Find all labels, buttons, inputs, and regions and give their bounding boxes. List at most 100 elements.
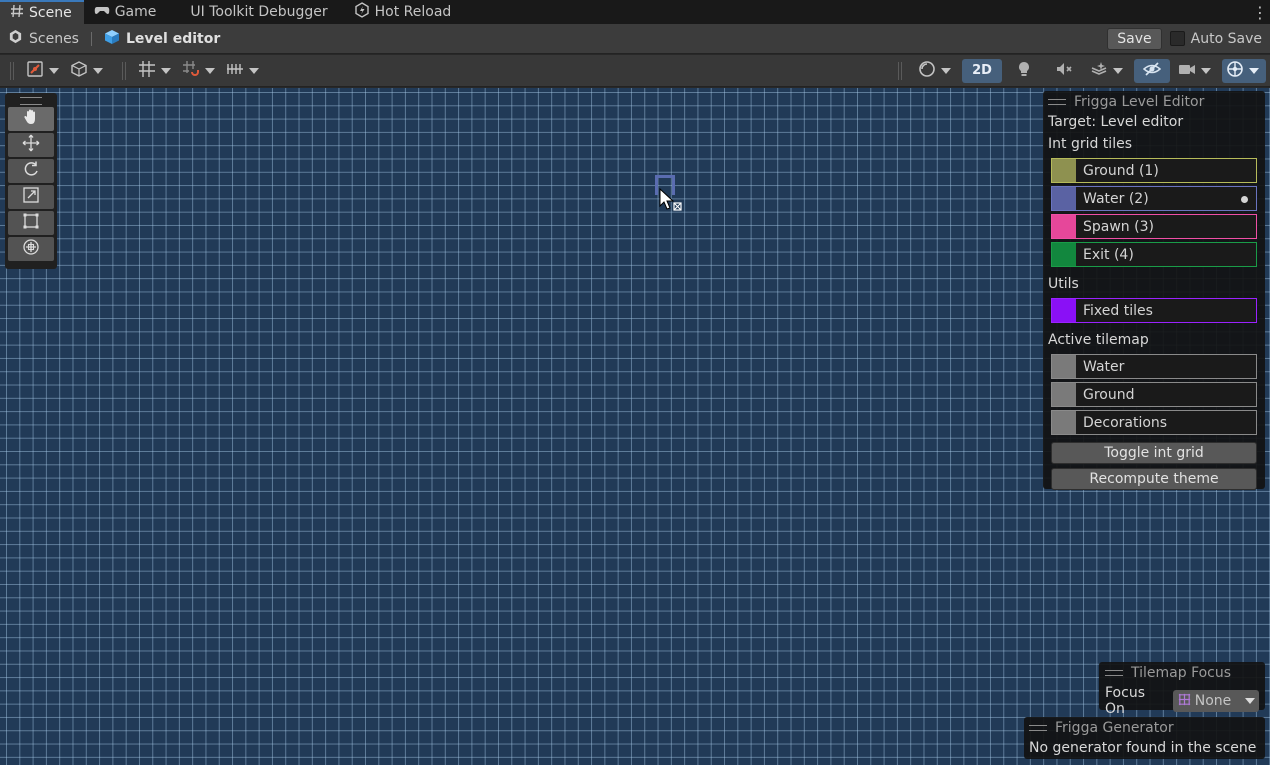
focus-on-label: Focus On (1105, 685, 1145, 717)
cursor-pointer-icon (659, 187, 683, 218)
breadcrumb-scenes[interactable]: Scenes (8, 29, 79, 48)
tilemap-focus-title: Tilemap Focus (1131, 665, 1232, 681)
toolbar-grip[interactable] (898, 61, 902, 80)
rect-tool-button[interactable] (8, 211, 54, 235)
tool-palette-grip[interactable] (20, 97, 42, 105)
grid-visibility-button[interactable] (134, 59, 178, 83)
pivot-icon (26, 60, 44, 82)
generator-message: No generator found in the scene (1029, 740, 1257, 756)
camera-icon (1178, 60, 1196, 82)
recompute-theme-button[interactable]: Recompute theme (1051, 468, 1257, 490)
focus-on-dropdown[interactable]: None (1172, 690, 1259, 712)
breadcrumb: Scenes Level editor Save Auto Save (0, 24, 1270, 54)
drag-handle-icon (1029, 725, 1047, 731)
chevron-down-icon (93, 67, 103, 74)
active-tilemap-heading: Active tilemap (1048, 332, 1149, 348)
tilemap-water[interactable]: Water (1051, 354, 1257, 379)
tile-label: Water (1083, 358, 1125, 375)
shading-sphere-icon (918, 60, 936, 82)
utils-heading: Utils (1048, 276, 1079, 292)
toolbar-grip[interactable] (122, 61, 126, 80)
int-grid-tile-water[interactable]: Water (2) (1051, 186, 1257, 211)
chevron-down-icon (941, 67, 951, 74)
draw-mode-button[interactable] (914, 59, 958, 83)
editor-tab-bar: Scene Game UI Toolkit Debugger Hot Reloa… (0, 0, 1270, 24)
scale-tool-button[interactable] (8, 185, 54, 209)
drag-handle-icon (1105, 670, 1123, 676)
tab-ui-toolkit-debugger-label: UI Toolkit Debugger (190, 4, 328, 20)
level-editor-panel-title: Frigga Level Editor (1074, 94, 1205, 110)
toolbar-grip[interactable] (10, 61, 14, 80)
tool-handle-position-button[interactable] (22, 59, 66, 83)
transform-globe-icon (22, 238, 40, 260)
tile-color-swatch (1052, 383, 1076, 406)
tab-hot-reload-label: Hot Reload (374, 4, 452, 20)
tile-color-swatch (1052, 243, 1076, 266)
unity-logo-icon (8, 29, 23, 48)
cube-icon (104, 29, 120, 49)
auto-save-label: Auto Save (1190, 30, 1262, 47)
tile-label: Fixed tiles (1083, 302, 1153, 319)
tab-ui-toolkit-debugger[interactable]: UI Toolkit Debugger (168, 0, 339, 24)
tile-label: Exit (4) (1083, 246, 1134, 263)
auto-save-checkbox[interactable] (1169, 31, 1185, 46)
tilemap-decorations[interactable]: Decorations (1051, 410, 1257, 435)
tilemap-ground[interactable]: Ground (1051, 382, 1257, 407)
tile-color-swatch (1052, 187, 1076, 210)
scene-visibility-toggle[interactable] (1134, 58, 1170, 83)
chevron-down-icon (161, 67, 171, 74)
int-grid-heading: Int grid tiles (1048, 136, 1132, 152)
tile-label: Decorations (1083, 414, 1168, 431)
tab-hot-reload[interactable]: Hot Reload (340, 0, 464, 24)
level-editor-panel-header[interactable]: Frigga Level Editor (1048, 93, 1260, 111)
lighting-toggle[interactable] (1006, 59, 1042, 83)
hand-tool-button[interactable] (8, 107, 54, 131)
rotate-tool-button[interactable] (8, 159, 54, 183)
chevron-down-icon (1113, 67, 1123, 74)
local-cube-icon (70, 60, 88, 82)
light-bulb-icon (1015, 60, 1033, 82)
breadcrumb-level-editor[interactable]: Level editor (104, 29, 220, 49)
tab-scene[interactable]: Scene (0, 0, 84, 24)
rotate-icon (22, 160, 40, 182)
tab-game-label: Game (114, 4, 157, 20)
tile-color-swatch (1052, 159, 1076, 182)
move-tool-button[interactable] (8, 133, 54, 157)
breadcrumb-level-editor-label: Level editor (125, 30, 221, 47)
generator-title: Frigga Generator (1055, 720, 1174, 736)
tilemap-focus-panel: Tilemap Focus Focus On None (1099, 662, 1265, 717)
transform-tool-button[interactable] (8, 237, 54, 261)
move-arrows-icon (22, 134, 40, 156)
increment-snapping-button[interactable] (222, 59, 266, 83)
tool-handle-rotation-button[interactable] (66, 59, 110, 83)
int-grid-tile-spawn[interactable]: Spawn (3) (1051, 214, 1257, 239)
gizmos-button[interactable] (1222, 58, 1266, 83)
util-fixed-tiles[interactable]: Fixed tiles (1051, 298, 1257, 323)
tile-color-swatch (1052, 355, 1076, 378)
save-button[interactable]: Save (1107, 27, 1162, 50)
chevron-down-icon (249, 67, 259, 74)
scene-camera-button[interactable] (1174, 59, 1218, 83)
selected-indicator-icon (1241, 196, 1248, 203)
int-grid-tile-exit[interactable]: Exit (4) (1051, 242, 1257, 267)
scale-icon (22, 186, 40, 208)
int-grid-tile-ground[interactable]: Ground (1) (1051, 158, 1257, 183)
breadcrumb-divider (90, 31, 92, 46)
mode-2d-toggle[interactable]: 2D (962, 58, 1002, 83)
toggle-int-grid-button[interactable]: Toggle int grid (1051, 442, 1257, 464)
effects-button[interactable] (1086, 59, 1130, 83)
focus-on-value: None (1194, 693, 1232, 709)
tab-scene-label: Scene (29, 5, 72, 21)
tilemap-grid-icon (1177, 692, 1192, 711)
hot-reload-icon (354, 2, 370, 22)
generator-header[interactable]: Frigga Generator (1029, 719, 1260, 737)
audio-toggle[interactable] (1046, 59, 1082, 83)
tilemap-focus-header[interactable]: Tilemap Focus (1105, 664, 1259, 682)
rect-transform-icon (22, 212, 40, 234)
tab-game[interactable]: Game (84, 0, 169, 24)
tile-label: Ground (1) (1083, 162, 1159, 179)
auto-save-toggle[interactable]: Auto Save (1169, 30, 1262, 47)
more-options-icon[interactable]: ⋮ (1250, 0, 1270, 24)
hash-icon (10, 4, 24, 22)
grid-snapping-button[interactable] (178, 59, 222, 83)
